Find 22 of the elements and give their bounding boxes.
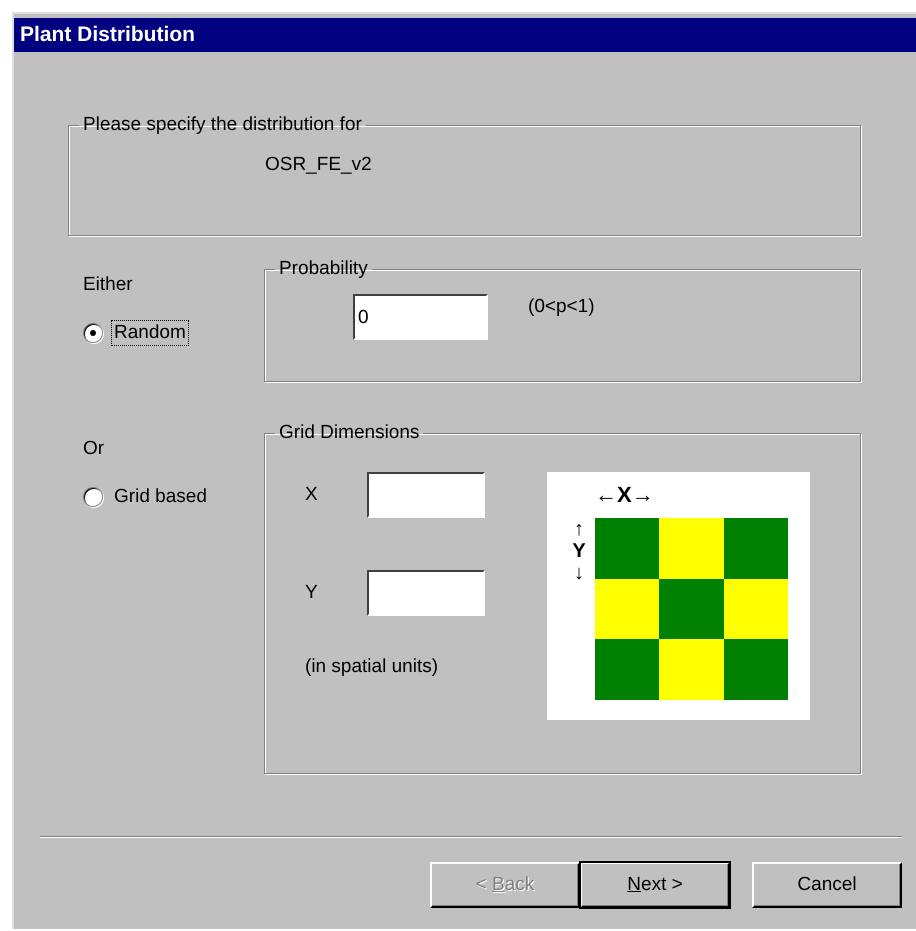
units-note: (in spatial units) [305, 656, 440, 678]
range-hint: (0<p<1) [528, 296, 595, 318]
x-axis-label: ←X→ [595, 484, 655, 506]
dimension-field[interactable] [367, 570, 485, 616]
radio-button[interactable] [83, 487, 103, 507]
group-label: Please specify the distribution for [82, 114, 363, 136]
axis-label: Y [305, 582, 319, 604]
plant-name: OSR_FE_v2 [264, 153, 373, 176]
radio-button[interactable] [83, 323, 103, 343]
axis-label: X [305, 484, 319, 506]
y-axis-label: ↑Y↓ [571, 518, 587, 586]
wizard-button[interactable]: Cancel [752, 862, 902, 908]
dimension-field[interactable] [367, 472, 485, 518]
group-label: Grid Dimensions [278, 422, 420, 444]
probability-field[interactable]: 0 [353, 294, 488, 340]
group-label: Probability [278, 258, 369, 280]
prompt-label: Either [83, 274, 134, 296]
prompt-label: Or [83, 438, 106, 460]
radio-label[interactable]: Random [111, 320, 189, 346]
wizard-button[interactable]: Next > [580, 862, 730, 908]
radio-label[interactable]: Grid based [111, 484, 210, 510]
window-title: Plant Distribution [20, 23, 195, 47]
